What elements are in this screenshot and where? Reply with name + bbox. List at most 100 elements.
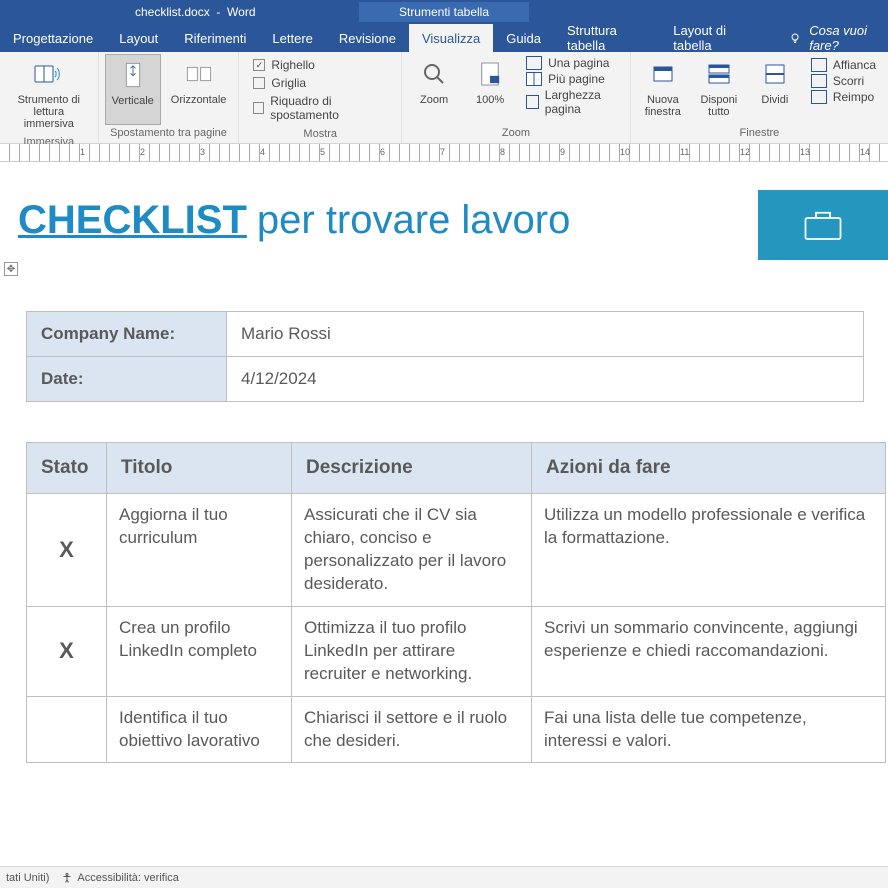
one-page-icon xyxy=(526,56,542,70)
title-emphasis: CHECKLIST xyxy=(18,198,247,243)
company-label: Company Name: xyxy=(27,312,227,357)
accessibility-status[interactable]: Accessibilità: verifica xyxy=(61,872,178,884)
tab-progettazione[interactable]: Progettazione xyxy=(0,24,106,52)
table-header-row: Stato Titolo Descrizione Azioni da fare xyxy=(27,443,886,494)
document-title: checklist.docx - Word xyxy=(135,5,256,19)
immersive-reader-button[interactable]: Strumento di lettura immersiva xyxy=(6,54,92,134)
cell-azioni[interactable]: Utilizza un modello professionale e veri… xyxy=(532,494,886,607)
one-page-button[interactable]: Una pagina xyxy=(526,56,618,70)
tab-revisione[interactable]: Revisione xyxy=(326,24,409,52)
date-value[interactable]: 4/12/2024 xyxy=(227,357,864,402)
group-finestra: Nuova finestra Disponi tutto Dividi Affi… xyxy=(631,52,888,143)
vertical-label: Verticale xyxy=(112,95,154,107)
immersive-reader-label: Strumento di lettura immersiva xyxy=(12,94,86,130)
group-immersiva: Strumento di lettura immersiva Immersiva xyxy=(0,52,99,143)
status-bar: tati Uniti) Accessibilità: verifica xyxy=(0,866,888,888)
arrange-icon xyxy=(703,58,735,90)
bulb-icon xyxy=(789,31,801,45)
page-title: CHECKLIST per trovare lavoro xyxy=(18,198,870,243)
company-value[interactable]: Mario Rossi xyxy=(227,312,864,357)
accessibility-icon xyxy=(61,872,73,884)
tab-layout[interactable]: Layout xyxy=(106,24,171,52)
cell-azioni[interactable]: Scrivi un sommario convincente, aggiungi… xyxy=(532,606,886,696)
cell-titolo[interactable]: Aggiorna il tuo curriculum xyxy=(107,494,292,607)
cell-desc[interactable]: Ottimizza il tuo profilo LinkedIn per at… xyxy=(292,606,532,696)
new-window-button[interactable]: Nuova finestra xyxy=(637,54,689,125)
group-spostamento: Verticale Orizzontale Spostamento tra pa… xyxy=(99,52,240,143)
header-azioni: Azioni da fare xyxy=(532,443,886,494)
filename: checklist.docx xyxy=(135,5,210,19)
page-width-button[interactable]: Larghezza pagina xyxy=(526,88,618,116)
side-by-side-button[interactable]: Affianca xyxy=(811,58,876,72)
grid-checkbox[interactable]: Griglia xyxy=(253,76,387,90)
page-vertical-icon xyxy=(117,59,149,91)
group-label-zoom: Zoom xyxy=(408,125,624,143)
group-label-mostra: Mostra xyxy=(245,126,395,144)
vertical-scroll-button[interactable]: Verticale xyxy=(105,54,161,125)
cell-titolo[interactable]: Identifica il tuo obiettivo lavorativo xyxy=(107,696,292,763)
table-row[interactable]: X Aggiorna il tuo curriculum Assicurati … xyxy=(27,494,886,607)
ruler-checkbox[interactable]: ✓Righello xyxy=(253,58,387,72)
cell-desc[interactable]: Assicurati che il CV sia chiaro, conciso… xyxy=(292,494,532,607)
cell-stato[interactable]: X xyxy=(27,494,107,607)
header-titolo: Titolo xyxy=(107,443,292,494)
header-banner xyxy=(758,190,888,260)
zoom-label: Zoom xyxy=(420,94,448,106)
checkbox-checked-icon: ✓ xyxy=(253,59,265,71)
new-window-icon xyxy=(647,58,679,90)
book-audio-icon xyxy=(33,58,65,90)
table-row[interactable]: Identifica il tuo obiettivo lavorativo C… xyxy=(27,696,886,763)
table-row[interactable]: Company Name: Mario Rossi xyxy=(27,312,864,357)
ribbon-body: Strumento di lettura immersiva Immersiva… xyxy=(0,52,888,144)
zoom-button[interactable]: Zoom xyxy=(408,54,460,125)
cell-desc[interactable]: Chiarisci il settore e il ruolo che desi… xyxy=(292,696,532,763)
zoom-100-label: 100% xyxy=(476,94,504,106)
group-label-spostamento: Spostamento tra pagine xyxy=(105,125,233,143)
tab-visualizza[interactable]: Visualizza xyxy=(409,24,493,52)
arrange-all-button[interactable]: Disponi tutto xyxy=(693,54,745,125)
horizontal-label: Orizzontale xyxy=(171,94,227,106)
page-horizontal-icon xyxy=(183,58,215,90)
table-row[interactable]: Date: 4/12/2024 xyxy=(27,357,864,402)
reset-window-icon xyxy=(811,90,827,104)
tab-riferimenti[interactable]: Riferimenti xyxy=(171,24,259,52)
reset-window-button[interactable]: Reimpo xyxy=(811,90,876,104)
cell-azioni[interactable]: Fai una lista delle tue competenze, inte… xyxy=(532,696,886,763)
table-row[interactable]: X Crea un profilo LinkedIn completo Otti… xyxy=(27,606,886,696)
checkbox-icon xyxy=(253,102,264,114)
cell-titolo[interactable]: Crea un profilo LinkedIn completo xyxy=(107,606,292,696)
sync-scroll-button[interactable]: Scorri xyxy=(811,74,876,88)
zoom-100-button[interactable]: 100% xyxy=(464,54,516,125)
multi-page-button[interactable]: Più pagine xyxy=(526,72,618,86)
title-rest: per trovare lavoro xyxy=(257,198,570,243)
tab-layout-tabella[interactable]: Layout di tabella xyxy=(660,24,769,52)
horizontal-scroll-button[interactable]: Orizzontale xyxy=(165,54,233,125)
split-button[interactable]: Dividi xyxy=(749,54,801,125)
cell-stato[interactable]: X xyxy=(27,606,107,696)
tab-struttura-tabella[interactable]: Struttura tabella xyxy=(554,24,660,52)
date-label: Date: xyxy=(27,357,227,402)
app-name: Word xyxy=(227,5,255,19)
document-canvas[interactable]: CHECKLIST per trovare lavoro ✥ Company N… xyxy=(0,162,888,763)
ribbon-tabs: Progettazione Layout Riferimenti Lettere… xyxy=(0,24,888,52)
table-anchor-icon[interactable]: ✥ xyxy=(4,262,18,276)
group-mostra: ✓Righello Griglia Riquadro di spostament… xyxy=(239,52,402,143)
info-table[interactable]: Company Name: Mario Rossi Date: 4/12/202… xyxy=(26,311,864,402)
tell-me-search[interactable]: Cosa vuoi fare? xyxy=(789,24,888,52)
sync-scroll-icon xyxy=(811,74,827,88)
nav-pane-checkbox[interactable]: Riquadro di spostamento xyxy=(253,94,387,122)
split-label: Dividi xyxy=(761,94,788,106)
header-stato: Stato xyxy=(27,443,107,494)
language-status[interactable]: tati Uniti) xyxy=(6,872,49,884)
tab-lettere[interactable]: Lettere xyxy=(259,24,325,52)
page-100-icon xyxy=(474,58,506,90)
side-by-side-icon xyxy=(811,58,827,72)
contextual-tab-label: Strumenti tabella xyxy=(359,2,529,22)
cell-stato[interactable] xyxy=(27,696,107,763)
briefcase-icon xyxy=(802,207,844,243)
split-icon xyxy=(759,58,791,90)
tab-guida[interactable]: Guida xyxy=(493,24,554,52)
new-window-label: Nuova finestra xyxy=(645,94,681,118)
horizontal-ruler[interactable]: 1 2 3 4 5 6 7 8 9 10 11 12 13 14 xyxy=(0,144,888,162)
checklist-table[interactable]: Stato Titolo Descrizione Azioni da fare … xyxy=(26,442,886,763)
